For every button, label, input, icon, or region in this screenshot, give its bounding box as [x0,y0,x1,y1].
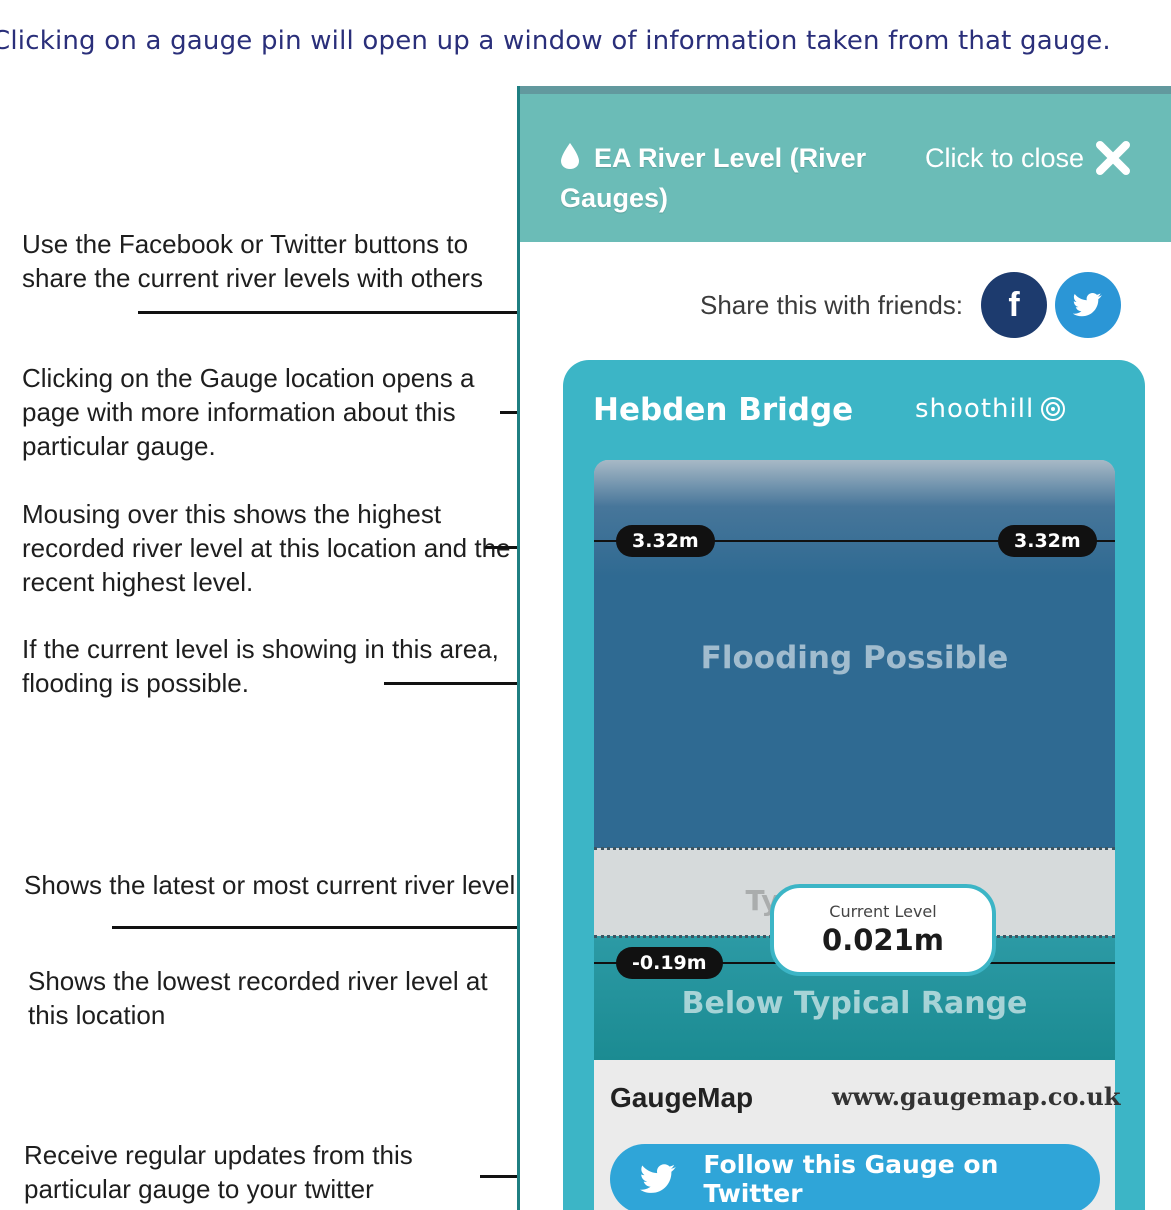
current-level-label: Current Level [829,902,937,921]
popup-body: Share this with friends: f Hebden Bridge… [520,242,1171,1210]
current-level-value: 0.021m [822,923,944,957]
twitter-bird-icon [1073,293,1103,317]
brand-name: shoothill [915,394,1035,424]
band-divider [594,847,1115,850]
gauge-card: Hebden Bridge shoothill Flooding Possibl… [563,360,1145,1210]
facebook-share-button[interactable]: f [981,272,1048,338]
share-row: Share this with friends: f [700,270,1122,340]
gaugemap-url[interactable]: www.gaugemap.co.uk [832,1082,1120,1111]
gauge-location-link[interactable]: Hebden Bridge [593,392,853,428]
popup-title: EA River Level (River Gauges) [560,138,920,218]
water-drop-icon [561,143,579,169]
facebook-icon: f [1008,285,1020,324]
note-location: Clicking on the Gauge location opens a p… [22,363,475,461]
highest-level-right[interactable]: 3.32m [998,525,1097,557]
map-strip [520,86,1171,94]
page-caption: Clicking on a gauge pin will open up a w… [0,26,1111,56]
share-label: Share this with friends: [700,289,964,320]
target-icon [1041,397,1066,421]
note-share: Use the Facebook or Twitter buttons to s… [22,229,483,293]
follow-label: Follow this Gauge on Twitter [703,1150,999,1208]
close-button[interactable]: Click to close [925,138,1132,178]
gauge-popup: EA River Level (River Gauges) Click to c… [517,86,1171,1210]
follow-on-twitter-button[interactable]: Follow this Gauge on Twitter [610,1144,1100,1210]
note-flood-area: If the current level is showing in this … [22,634,499,698]
highest-level-left[interactable]: 3.32m [616,525,715,557]
current-level-box: Current Level 0.021m [770,884,996,976]
close-label: Click to close [925,142,1085,173]
twitter-bird-icon [640,1164,676,1193]
flooding-possible-label: Flooding Possible [700,640,1009,676]
lowest-level-marker[interactable]: -0.19m [616,947,723,979]
note-lowest: Shows the lowest recorded river level at… [28,966,488,1030]
popup-header: EA River Level (River Gauges) Click to c… [520,94,1171,242]
shoothill-logo: shoothill [915,394,1068,424]
below-typical-label: Below Typical Range [681,986,1028,1021]
note-current: Shows the latest or most current river l… [24,870,523,900]
twitter-share-button[interactable] [1055,272,1122,338]
note-updates: Receive regular updates from this partic… [24,1140,413,1204]
note-highest: Mousing over this shows the highest reco… [22,499,511,597]
close-icon[interactable] [1094,139,1132,177]
gaugemap-footer: GaugeMap www.gaugemap.co.uk Follow this … [594,1060,1120,1210]
popup-title-text: EA River Level (River Gauges) [560,143,867,213]
gaugemap-name: GaugeMap [610,1082,754,1113]
river-level-gauge: Flooding Possible Typical Range Below Ty… [594,460,1115,1060]
